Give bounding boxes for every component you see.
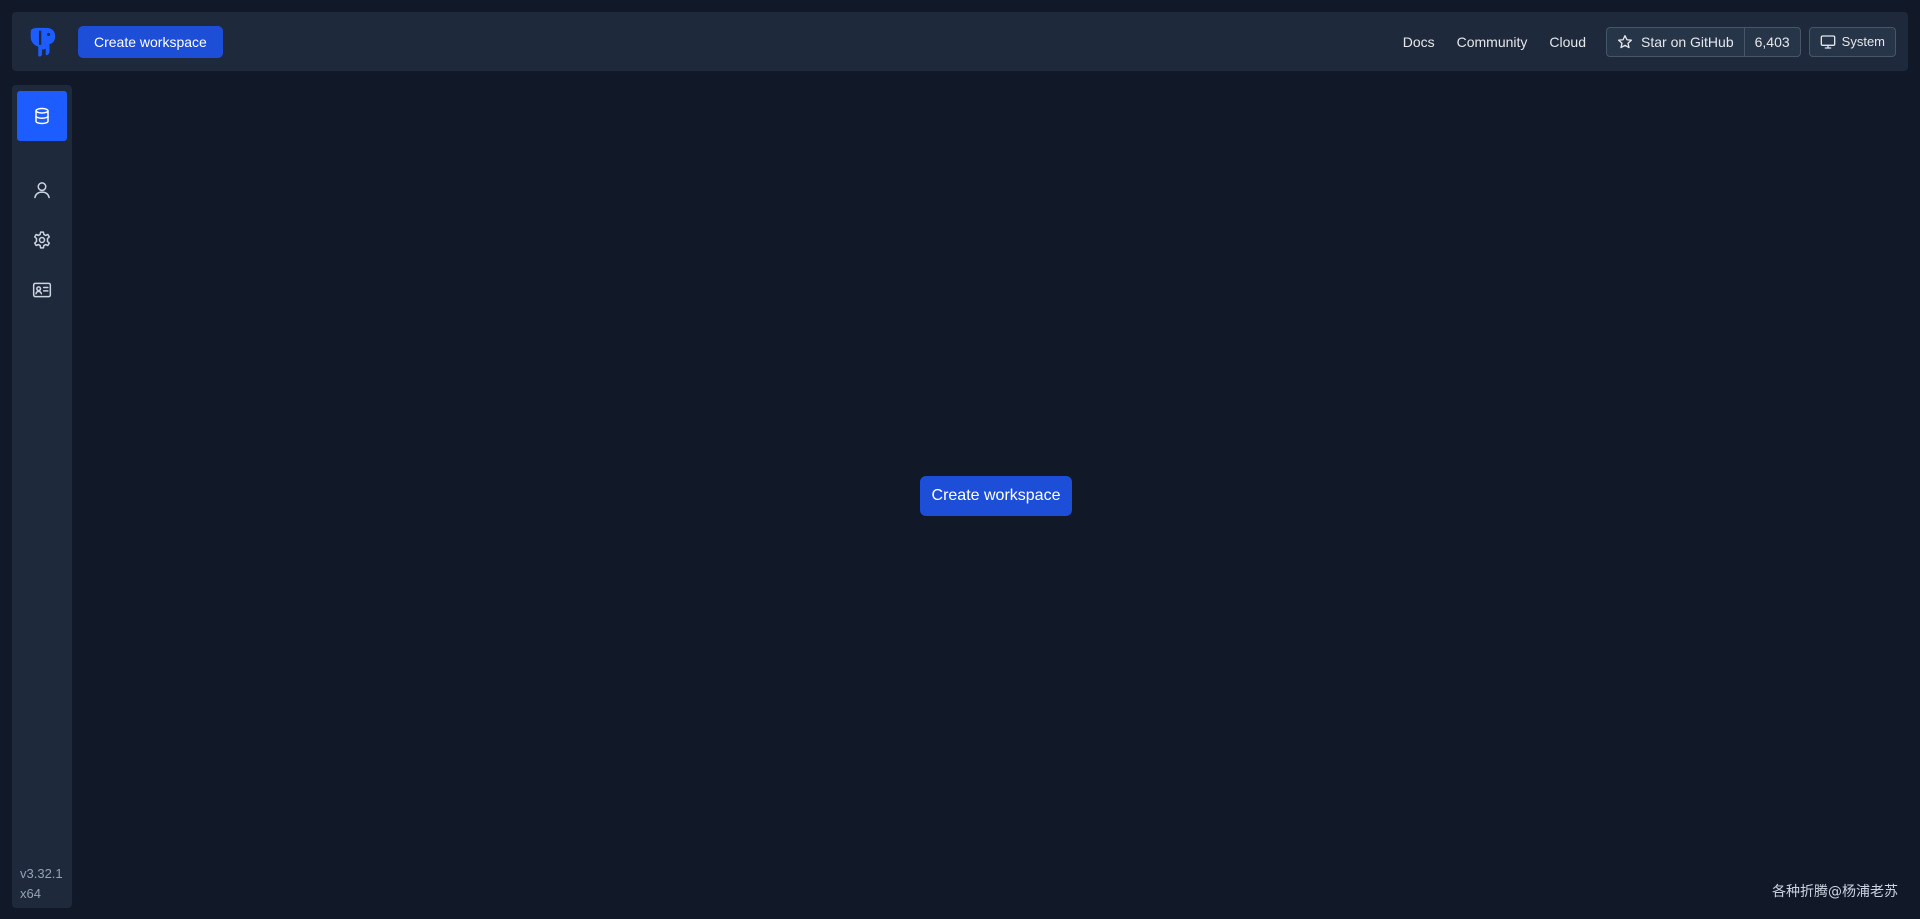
nav-cloud-link[interactable]: Cloud: [1549, 34, 1586, 50]
theme-system-label: System: [1841, 34, 1885, 49]
database-icon: [33, 107, 51, 125]
github-star-button[interactable]: Star on GitHub: [1607, 27, 1745, 56]
main-create-workspace-button[interactable]: Create workspace: [920, 476, 1072, 516]
id-card-icon: [32, 280, 52, 300]
watermark: 各种折腾@杨浦老苏: [1772, 884, 1898, 900]
gear-icon: [32, 230, 52, 250]
sidebar-item-connections[interactable]: [17, 91, 67, 141]
app-logo-icon[interactable]: [26, 24, 58, 60]
version-label: v3.32.1: [20, 866, 63, 881]
header-create-workspace-button[interactable]: Create workspace: [78, 25, 223, 58]
sidebar-item-profile[interactable]: [17, 265, 67, 315]
nav-community-link[interactable]: Community: [1457, 34, 1528, 50]
star-icon: [1617, 34, 1633, 50]
sidebar-item-settings[interactable]: [17, 215, 67, 265]
github-star-group: Star on GitHub 6,403: [1606, 26, 1801, 57]
github-star-label: Star on GitHub: [1641, 33, 1734, 50]
monitor-icon: [1820, 34, 1836, 50]
arch-label: x64: [20, 886, 41, 901]
version-info: v3.32.1 x64: [20, 864, 63, 904]
sidebar: v3.32.1 x64: [12, 85, 72, 908]
theme-system-button[interactable]: System: [1808, 26, 1896, 57]
nav-docs-link[interactable]: Docs: [1403, 34, 1435, 50]
top-bar: Create workspace Docs Community Cloud St…: [12, 12, 1908, 71]
sidebar-item-users[interactable]: [17, 165, 67, 215]
github-star-count[interactable]: 6,403: [1745, 28, 1800, 56]
user-icon: [32, 180, 52, 200]
